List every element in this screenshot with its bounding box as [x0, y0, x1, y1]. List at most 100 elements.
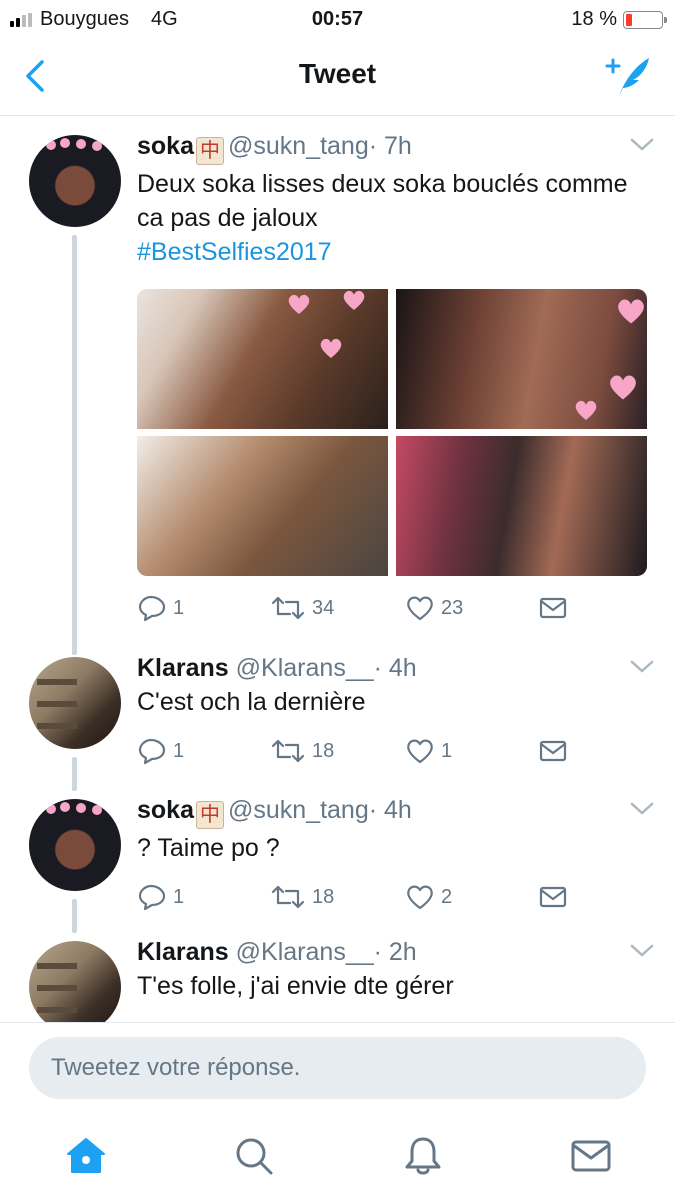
author-name[interactable]: soka — [137, 132, 194, 160]
like-count: 2 — [441, 885, 453, 908]
reply-button[interactable]: 1 — [137, 594, 184, 622]
heart-sticker-icon — [288, 294, 310, 314]
retweet-button[interactable]: 18 — [270, 883, 334, 911]
author-handle[interactable]: @Klarans__ — [236, 654, 374, 682]
retweet-icon — [271, 885, 305, 909]
envelope-icon — [539, 740, 567, 762]
tweet-item[interactable]: soka 中 @sukn_tang· 4h ? Taime po ? 1 18 2 — [0, 796, 675, 941]
tweet-item[interactable]: soka 中 @sukn_tang· 7h Deux soka lisses deu… — [0, 117, 675, 657]
retweet-count: 34 — [312, 596, 335, 619]
tweet-item[interactable]: Klarans @Klarans__· 2h T'es folle, j'ai … — [0, 938, 675, 1022]
avatar[interactable] — [29, 657, 121, 749]
tweet-body: Klarans @Klarans__· 2h T'es folle, j'ai … — [137, 937, 655, 1003]
reply-count: 1 — [173, 885, 185, 908]
reply-count: 1 — [173, 596, 185, 619]
hearts-filter-icon — [46, 802, 102, 815]
photo-2[interactable] — [396, 289, 647, 429]
photo-1[interactable] — [137, 289, 388, 429]
tab-notifications[interactable] — [401, 1134, 445, 1178]
nav-bar: Tweet — [0, 40, 675, 116]
tweet-item[interactable]: Klarans @Klarans__· 4h C'est och la dern… — [0, 654, 675, 799]
photo-3[interactable] — [137, 436, 388, 576]
avatar[interactable] — [29, 941, 121, 1022]
hearts-filter-icon — [46, 138, 102, 151]
author-name[interactable]: Klarans — [137, 654, 229, 682]
thread-line — [72, 235, 77, 655]
mahjong-badge-icon: 中 — [195, 801, 224, 829]
tweet-body: Klarans @Klarans__· 4h C'est och la dern… — [137, 653, 655, 773]
avatar[interactable] — [29, 799, 121, 891]
tweet-body: soka 中 @sukn_tang· 7h Deux soka lisses deu… — [137, 131, 655, 630]
compose-button[interactable] — [603, 54, 653, 98]
retweet-count: 18 — [312, 885, 335, 908]
page-title: Tweet — [298, 58, 377, 89]
share-button[interactable] — [538, 883, 568, 911]
tweet-header: soka 中 @sukn_tang· 7h — [137, 131, 655, 165]
conversation-timeline[interactable]: soka 中 @sukn_tang· 7h Deux soka lisses deu… — [0, 117, 675, 1022]
reply-button[interactable]: 1 — [137, 883, 184, 911]
tab-home[interactable] — [64, 1134, 108, 1178]
share-button[interactable] — [538, 594, 568, 622]
like-button[interactable]: 1 — [405, 737, 452, 765]
heart-sticker-icon — [575, 400, 597, 420]
heart-icon — [407, 885, 433, 910]
chevron-down-icon[interactable] — [629, 135, 655, 155]
tweet-header: soka 中 @sukn_tang· 4h — [137, 795, 655, 829]
chevron-down-icon[interactable] — [629, 657, 655, 677]
share-button[interactable] — [538, 737, 568, 765]
status-right: 18 % — [571, 8, 667, 31]
reply-button[interactable]: 1 — [137, 737, 184, 765]
tweet-actions: 1 34 23 — [137, 594, 655, 630]
battery-percent: 18 % — [571, 8, 617, 30]
notifications-icon — [405, 1137, 441, 1175]
tab-search[interactable] — [232, 1134, 276, 1178]
chevron-down-icon[interactable] — [629, 799, 655, 819]
author-handle[interactable]: @Klarans__ — [236, 938, 374, 966]
tweet-body: soka 中 @sukn_tang· 4h ? Taime po ? 1 18 2 — [137, 795, 655, 919]
tweet-actions: 1 18 2 — [137, 883, 655, 919]
retweet-icon — [271, 739, 305, 763]
retweet-icon — [271, 596, 305, 620]
heart-sticker-icon — [343, 290, 365, 310]
reply-icon — [138, 738, 166, 765]
reply-composer — [0, 1022, 675, 1116]
author-name[interactable]: soka — [137, 796, 194, 824]
envelope-icon — [539, 886, 567, 908]
battery-icon — [623, 10, 667, 29]
tab-messages[interactable] — [569, 1134, 613, 1178]
author-name[interactable]: Klarans — [137, 938, 229, 966]
heart-sticker-icon — [618, 299, 644, 324]
reply-icon — [138, 884, 166, 911]
tweet-actions: 1 18 1 — [137, 737, 655, 773]
media-grid — [137, 289, 647, 576]
retweet-button[interactable]: 18 — [270, 737, 334, 765]
mahjong-badge-icon: 中 — [195, 137, 224, 165]
author-handle[interactable]: @sukn_tang — [228, 796, 369, 824]
tweet-time: · 4h — [368, 796, 412, 824]
like-count: 1 — [441, 739, 453, 762]
reply-count: 1 — [173, 739, 185, 762]
avatar[interactable] — [29, 135, 121, 227]
like-button[interactable]: 2 — [405, 883, 452, 911]
author-handle[interactable]: @sukn_tang — [228, 132, 369, 160]
hashtag-link[interactable]: #BestSelfies2017 — [137, 238, 332, 266]
tweet-header: Klarans @Klarans__· 4h — [137, 653, 655, 683]
tweet-text: ? Taime po ? — [137, 834, 280, 862]
thread-line — [72, 757, 77, 791]
tweet-time: · 4h — [373, 654, 417, 682]
tweet-text: C'est och la dernière — [137, 688, 366, 716]
heart-icon — [407, 739, 433, 764]
chevron-down-icon[interactable] — [629, 941, 655, 961]
reply-input[interactable] — [29, 1037, 646, 1099]
heart-sticker-icon — [610, 375, 636, 400]
envelope-icon — [539, 597, 567, 619]
like-button[interactable]: 23 — [405, 594, 463, 622]
photo-4[interactable] — [396, 436, 647, 576]
like-count: 23 — [441, 596, 464, 619]
heart-sticker-icon — [320, 338, 342, 358]
tweet-text-content: Deux soka lisses deux soka bouclés comme… — [137, 170, 628, 232]
messages-icon — [571, 1140, 611, 1172]
retweet-button[interactable]: 34 — [270, 594, 334, 622]
tweet-text: T'es folle, j'ai envie dte gérer — [137, 972, 454, 1000]
thread-line — [72, 899, 77, 933]
